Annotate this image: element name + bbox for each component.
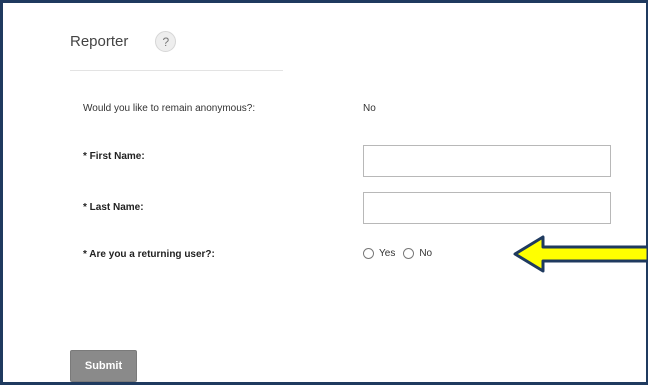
page-frame: Reporter ? Would you like to remain anon… xyxy=(0,0,648,385)
section-header: Reporter ? xyxy=(70,31,177,52)
section-title: Reporter xyxy=(70,33,129,50)
first-name-input[interactable] xyxy=(363,145,611,177)
anonymous-label: Would you like to remain anonymous?: xyxy=(83,103,256,114)
anonymous-value: No xyxy=(363,103,376,114)
left-arrow-icon xyxy=(513,235,648,273)
help-icon[interactable]: ? xyxy=(155,31,177,52)
returning-user-yes-radio[interactable] xyxy=(363,248,374,259)
returning-user-no-radio[interactable] xyxy=(403,248,415,259)
first-name-label: * First Name: xyxy=(83,151,145,162)
returning-user-radio-group: Yes No xyxy=(363,248,440,259)
returning-user-yes-label[interactable]: Yes xyxy=(379,248,395,259)
returning-user-label: * Are you a returning user?: xyxy=(83,249,215,260)
last-name-label: * Last Name: xyxy=(83,202,144,213)
returning-user-no-label[interactable]: No xyxy=(419,248,432,259)
submit-button[interactable]: Submit xyxy=(70,350,137,382)
last-name-input[interactable] xyxy=(363,192,611,224)
section-divider xyxy=(70,70,283,71)
